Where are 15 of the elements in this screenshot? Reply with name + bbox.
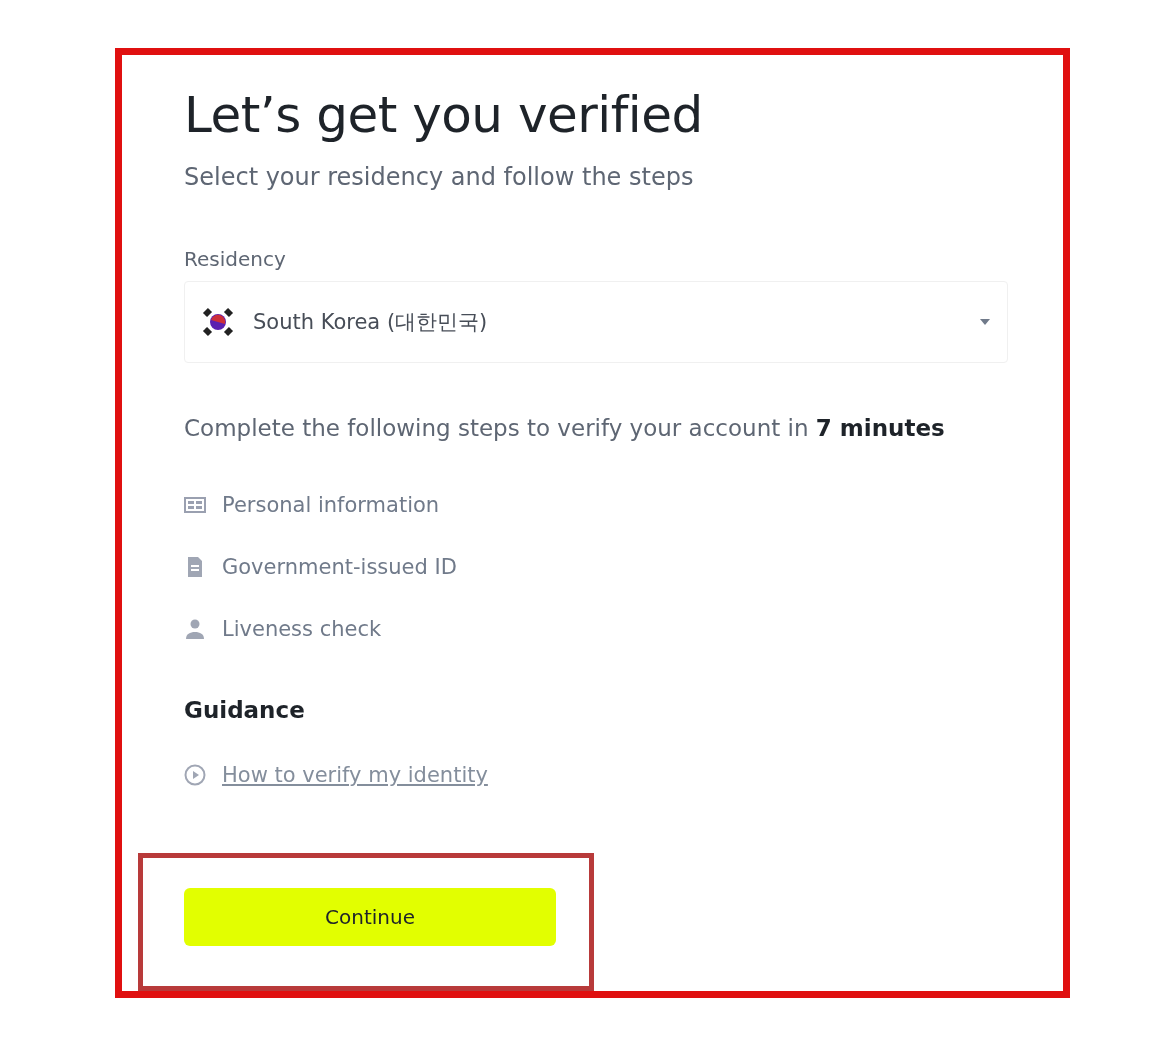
steps-intro: Complete the following steps to verify your account in 7 minutes: [184, 415, 946, 441]
play-icon: [184, 764, 206, 786]
caret-icon: [979, 318, 991, 326]
page-title: Let’s get you verified: [184, 85, 704, 146]
step-label: Liveness check: [222, 617, 382, 641]
step-label: Personal information: [222, 493, 440, 517]
section-heading: Guidance: [184, 697, 306, 723]
continue-button[interactable]: Continue: [184, 888, 556, 946]
subtitle: Select your residency and follow the steps: [184, 163, 695, 191]
id-card-icon: [184, 497, 206, 513]
residency-dropdown[interactable]: South Korea (대한민국): [184, 281, 1008, 363]
step-label: Government-issued ID: [222, 555, 457, 579]
person-icon: [184, 618, 206, 640]
field-label: Residency: [184, 247, 287, 271]
flag-icon: [201, 305, 235, 339]
